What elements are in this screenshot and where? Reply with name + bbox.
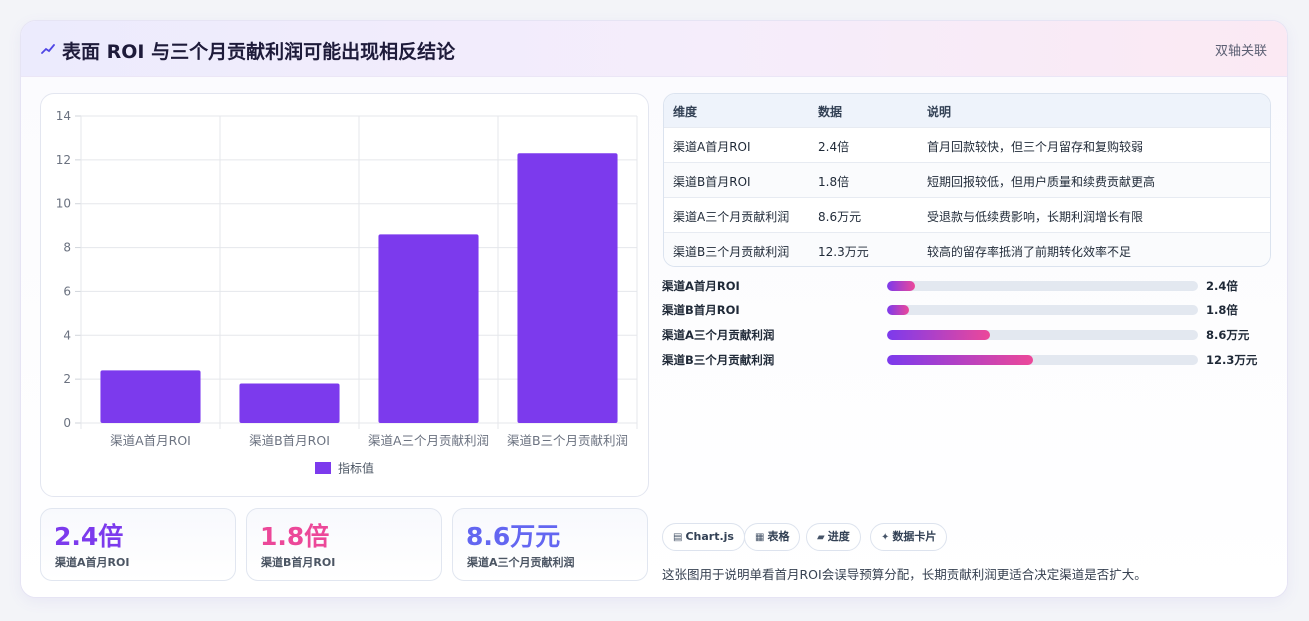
stat-card-3: 8.6万元 渠道A三个月贡献利润 bbox=[452, 508, 648, 581]
chip-chartjs[interactable]: ▤ Chart.js bbox=[662, 523, 745, 551]
chip-label: 数据卡片 bbox=[892, 530, 937, 543]
progress-track bbox=[887, 305, 1198, 315]
chip-label: 表格 bbox=[767, 530, 790, 543]
legend-label: 指标值 bbox=[338, 461, 374, 476]
card-title: 表面 ROI 与三个月贡献利润可能出现相反结论 bbox=[62, 41, 456, 63]
bar bbox=[239, 383, 340, 423]
y-tick-label: 6 bbox=[63, 284, 71, 298]
progress-value: 12.3万元 bbox=[1206, 353, 1258, 367]
table-cell: 渠道B首月ROI bbox=[673, 175, 751, 189]
progress-label: 渠道A首月ROI bbox=[662, 279, 740, 293]
chip-label: Chart.js bbox=[685, 530, 734, 543]
y-tick-label: 0 bbox=[63, 416, 71, 430]
table-row: 渠道B首月ROI 1.8倍 短期回报较低，但用户质量和续费贡献更高 bbox=[664, 162, 1270, 197]
bar bbox=[517, 153, 618, 423]
table-cell: 1.8倍 bbox=[818, 175, 850, 189]
progress-value: 2.4倍 bbox=[1206, 279, 1238, 293]
bar bbox=[378, 234, 479, 423]
y-tick-label: 12 bbox=[56, 153, 71, 167]
table-row: 渠道A首月ROI 2.4倍 首月回款较快，但三个月留存和复购较弱 bbox=[664, 127, 1270, 162]
table-cell: 短期回报较低，但用户质量和续费贡献更高 bbox=[927, 175, 1156, 189]
table-cell: 渠道A三个月贡献利润 bbox=[673, 210, 790, 224]
table-cell: 受退款与低续费影响，长期利润增长有限 bbox=[927, 210, 1144, 224]
report-card: 表面 ROI 与三个月贡献利润可能出现相反结论 双轴关联 0 2 4 6 8 10 12 14… bbox=[20, 20, 1288, 598]
table-cell: 8.6万元 bbox=[818, 210, 862, 224]
x-tick-label: 渠道A三个月贡献利润 bbox=[368, 433, 489, 448]
bar-chart: 0 2 4 6 8 10 12 14 渠道A首月ROI 渠道B首月ROI 渠道A三个月贡献利润 渠道B… bbox=[40, 93, 649, 497]
trend-line-icon bbox=[41, 44, 55, 54]
x-tick-label: 渠道B三个月贡献利润 bbox=[507, 433, 628, 448]
progress-icon: ▰ bbox=[817, 532, 825, 543]
stat-value: 2.4倍 bbox=[54, 522, 124, 551]
bar bbox=[100, 370, 201, 423]
chip-data-card[interactable]: ✦ 数据卡片 bbox=[870, 523, 948, 551]
stat-value: 1.8倍 bbox=[260, 522, 330, 551]
progress-value: 8.6万元 bbox=[1206, 328, 1250, 342]
progress-row: 渠道A三个月贡献利润 8.6万元 bbox=[662, 327, 1274, 343]
table-header-row: 维度 数据 说明 bbox=[664, 94, 1270, 127]
stat-label: 渠道A首月ROI bbox=[55, 556, 130, 569]
dual-axis-tag: 双轴关联 bbox=[1214, 44, 1267, 59]
progress-row: 渠道A首月ROI 2.4倍 bbox=[662, 278, 1274, 294]
progress-fill bbox=[887, 330, 990, 340]
stat-card-2: 1.8倍 渠道B首月ROI bbox=[246, 508, 442, 581]
table-row: 渠道B三个月贡献利润 12.3万元 较高的留存率抵消了前期转化效率不足 bbox=[664, 232, 1270, 266]
table-icon: ▦ bbox=[755, 532, 765, 543]
y-tick-label: 8 bbox=[63, 241, 71, 255]
progress-row: 渠道B首月ROI 1.8倍 bbox=[662, 302, 1274, 318]
chart-note: 这张图用于说明单看首月ROI会误导预算分配，长期贡献利润更适合决定渠道是否扩大。 bbox=[662, 567, 1147, 582]
chip-progress[interactable]: ▰ 进度 bbox=[806, 523, 861, 551]
table-header-cell: 数据 bbox=[818, 105, 843, 119]
y-tick-label: 10 bbox=[56, 197, 71, 211]
x-tick-label: 渠道A首月ROI bbox=[110, 433, 191, 448]
table-header-cell: 说明 bbox=[927, 105, 952, 119]
table-cell: 渠道B三个月贡献利润 bbox=[673, 245, 790, 259]
y-tick-label: 14 bbox=[56, 109, 71, 123]
progress-label: 渠道B三个月贡献利润 bbox=[662, 353, 775, 367]
chip-label: 进度 bbox=[827, 530, 850, 543]
table-cell: 较高的留存率抵消了前期转化效率不足 bbox=[927, 245, 1132, 259]
progress-track bbox=[887, 355, 1198, 365]
progress-track bbox=[887, 281, 1198, 291]
progress-track bbox=[887, 330, 1198, 340]
stat-value: 8.6万元 bbox=[466, 522, 561, 551]
stat-label: 渠道A三个月贡献利润 bbox=[467, 556, 575, 569]
progress-fill bbox=[887, 305, 909, 315]
stat-card-1: 2.4倍 渠道A首月ROI bbox=[40, 508, 236, 581]
progress-fill bbox=[887, 281, 915, 291]
table-row: 渠道A三个月贡献利润 8.6万元 受退款与低续费影响，长期利润增长有限 bbox=[664, 197, 1270, 232]
card-header: 表面 ROI 与三个月贡献利润可能出现相反结论 双轴关联 bbox=[21, 21, 1287, 77]
x-tick-label: 渠道B首月ROI bbox=[249, 433, 330, 448]
sparkle-icon: ✦ bbox=[881, 532, 890, 543]
y-tick-label: 2 bbox=[63, 372, 71, 386]
table-cell: 渠道A首月ROI bbox=[673, 140, 751, 154]
stat-label: 渠道B首月ROI bbox=[261, 556, 336, 569]
progress-label: 渠道A三个月贡献利润 bbox=[662, 328, 775, 342]
chip-table[interactable]: ▦ 表格 bbox=[744, 523, 801, 551]
data-table: 维度 数据 说明 渠道A首月ROI 2.4倍 首月回款较快，但三个月留存和复购较… bbox=[663, 93, 1271, 267]
legend-swatch bbox=[315, 462, 331, 474]
chart-icon: ▤ bbox=[673, 532, 683, 543]
table-header-cell: 维度 bbox=[673, 105, 698, 119]
bar-chart-svg: 0 2 4 6 8 10 12 14 渠道A首月ROI 渠道B首月ROI 渠道A三个月贡献利润 渠道B… bbox=[56, 109, 638, 476]
y-tick-label: 4 bbox=[63, 328, 71, 342]
progress-label: 渠道B首月ROI bbox=[662, 303, 740, 317]
progress-fill bbox=[887, 355, 1034, 365]
table-cell: 2.4倍 bbox=[818, 140, 850, 154]
table-cell: 12.3万元 bbox=[818, 245, 869, 259]
progress-value: 1.8倍 bbox=[1206, 303, 1238, 317]
table-cell: 首月回款较快，但三个月留存和复购较弱 bbox=[927, 140, 1144, 154]
progress-row: 渠道B三个月贡献利润 12.3万元 bbox=[662, 352, 1274, 368]
